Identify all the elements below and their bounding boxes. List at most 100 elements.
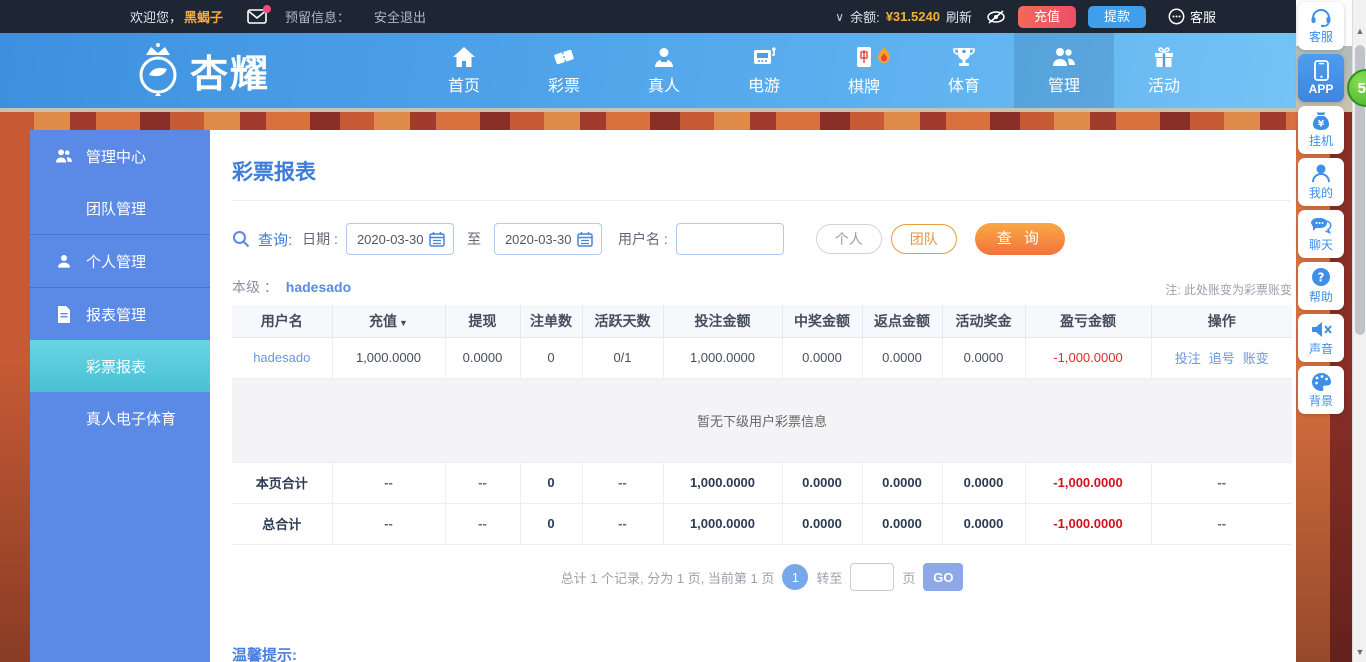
float-background-button[interactable]: 背景 (1298, 366, 1344, 414)
lottery-report-table: 用户名 充值 ▼ 提现 注单数 活跃天数 投注金额 中奖金额 返点金额 活动奖金 … (232, 305, 1292, 545)
go-button[interactable]: GO (923, 563, 964, 591)
page-1-button[interactable]: 1 (782, 564, 809, 590)
welcome-prefix: 欢迎您， (130, 10, 183, 25)
balance: 余额: ¥31.5240 刷新 (850, 7, 972, 26)
team-filter-button[interactable]: 团队 (890, 224, 957, 254)
date-from-input[interactable]: 2020-03-30 (345, 223, 454, 255)
person-icon (655, 47, 673, 67)
float-service-button[interactable]: 客服 (1298, 2, 1344, 50)
chevron-down-icon[interactable]: ∨ (835, 10, 844, 24)
mail-icon[interactable] (247, 5, 272, 24)
svg-text:?: ? (1318, 271, 1325, 285)
sidebar-item-live-esports[interactable]: 真人电子体育 (30, 392, 210, 444)
sort-desc-icon: ▼ (399, 317, 408, 328)
service-button[interactable]: 客服 (1168, 7, 1216, 26)
mail-notification-dot (263, 5, 272, 13)
level-row: 本级 ： hadesado 注: 此处账变为彩票账变 (232, 277, 1292, 297)
bet-detail-link[interactable]: 投注 (1175, 351, 1201, 366)
users-icon (1053, 47, 1075, 66)
cell-active-days: 0/1 (582, 337, 664, 379)
float-mine-button[interactable]: 我的 (1298, 158, 1344, 206)
tile-icon (857, 46, 871, 67)
search-bar: 查询: 日期 : 2020-03-30 至 2020-03-30 用户名 : 个… (232, 223, 1065, 255)
col-rebate-amount: 返点金额 (862, 305, 943, 338)
col-bet-count: 注单数 (520, 305, 583, 338)
username: 黑蝎子 (184, 10, 224, 25)
level-label: 本级 ： (232, 279, 278, 295)
ticket-icon (554, 49, 574, 64)
float-help-button[interactable]: ? 帮助 (1298, 262, 1344, 310)
cell-recharge: 1,000.0000 (332, 337, 446, 379)
to-label: 至 (466, 231, 481, 247)
service-icon (1168, 8, 1185, 25)
nav-item-manage[interactable]: 管理 (1014, 33, 1114, 108)
float-sound-button[interactable]: 声音 (1298, 314, 1344, 362)
welcome-text: 欢迎您， 黑蝎子 (130, 7, 223, 26)
float-app-button[interactable]: APP (1298, 54, 1344, 102)
date-label: 日期 : (302, 231, 338, 247)
nav-item-egame[interactable]: 电游 (714, 33, 814, 108)
refresh-link[interactable]: 刷新 (946, 7, 972, 26)
logo-emblem-icon (139, 43, 177, 96)
nav-item-chess[interactable]: 棋牌 (814, 33, 914, 108)
topbar: 欢迎您， 黑蝎子 预留信息： 安全退出 ∨ 余额: ¥31.5240 刷新 充值… (0, 0, 1296, 33)
pagination: 总计 1 个记录, 分为 1 页, 当前第 1 页 1 转至 页 GO (232, 562, 1292, 592)
col-win-amount: 中奖金额 (782, 305, 863, 338)
float-hangup-button[interactable]: ¥ 挂机 (1298, 106, 1344, 154)
palette-icon (1311, 372, 1331, 391)
cell-profit-loss: -1,000.0000 (1025, 337, 1152, 379)
goto-page-input[interactable] (850, 563, 895, 591)
page-total-label: 本页合计 (232, 462, 333, 504)
cell-activity-bonus: 0.0000 (942, 337, 1026, 379)
chat-icon (1311, 217, 1332, 234)
scroll-down-arrow[interactable]: ▼ (1353, 645, 1366, 659)
sidebar-item-team-manage[interactable]: 团队管理 (30, 182, 210, 234)
user-icon (1312, 164, 1330, 183)
scroll-up-arrow[interactable]: ▲ (1353, 24, 1366, 38)
col-bet-amount: 投注金额 (663, 305, 783, 338)
users-icon (54, 148, 74, 164)
page-title: 彩票报表 (232, 161, 316, 184)
sidebar-item-manage-center[interactable]: 管理中心 (30, 130, 210, 182)
account-change-link[interactable]: 账变 (1243, 351, 1269, 366)
nav-item-live[interactable]: 真人 (614, 33, 714, 108)
nav-item-activity[interactable]: 活动 (1114, 33, 1214, 108)
navbar: 杏耀 首页 彩票 真人 电游 棋牌 体育 管理 活动 (0, 33, 1296, 108)
brand-logo[interactable]: 杏耀 (132, 41, 270, 99)
recharge-button[interactable]: 充值 (1017, 5, 1076, 28)
main-content: 彩票报表 查询: 日期 : 2020-03-30 至 2020-03-30 用户… (210, 130, 1296, 662)
svg-text:¥: ¥ (1318, 120, 1325, 130)
search-button[interactable]: 查 询 (974, 223, 1065, 255)
empty-message-row: 暂无下级用户彩票信息 (232, 378, 1292, 463)
sidebar-item-label: 管理中心 (86, 148, 147, 166)
personal-filter-button[interactable]: 个人 (815, 224, 882, 254)
mute-icon (1311, 321, 1332, 337)
sidebar-item-report-manage[interactable]: 报表管理 (30, 288, 210, 340)
cell-bet-count: 0 (520, 337, 583, 379)
logout-link[interactable]: 安全退出 (374, 7, 426, 26)
cell-win-amount: 0.0000 (782, 337, 863, 379)
row-username-link[interactable]: hadesado (232, 337, 333, 379)
nav-item-lottery[interactable]: 彩票 (514, 33, 614, 108)
cell-actions: 投注 追号 账变 (1151, 337, 1292, 379)
hot-flame-icon (876, 46, 892, 64)
col-withdraw: 提现 (445, 305, 521, 338)
sidebar-item-lottery-report[interactable]: 彩票报表 (30, 340, 210, 392)
withdraw-button[interactable]: 提款 (1087, 5, 1146, 28)
col-active-days: 活跃天数 (582, 305, 664, 338)
date-to-input[interactable]: 2020-03-30 (493, 223, 602, 255)
nav-item-home[interactable]: 首页 (414, 33, 514, 108)
col-recharge-sortable[interactable]: 充值 ▼ (332, 305, 446, 338)
username-input[interactable] (675, 223, 784, 255)
empty-message: 暂无下级用户彩票信息 (232, 378, 1292, 463)
sidebar-item-label: 彩票报表 (86, 358, 147, 376)
trophy-icon (953, 47, 975, 66)
nav-item-sports[interactable]: 体育 (914, 33, 1014, 108)
eye-slash-icon[interactable] (986, 9, 1006, 25)
sidebar: 管理中心 团队管理 个人管理 报表管理 彩票报表 真人电子体育 (30, 130, 210, 662)
headset-icon (1311, 8, 1331, 27)
calendar-icon (577, 232, 593, 247)
chase-number-link[interactable]: 追号 (1209, 351, 1235, 366)
sidebar-item-personal-manage[interactable]: 个人管理 (30, 235, 210, 287)
float-chat-button[interactable]: 聊天 (1298, 210, 1344, 258)
